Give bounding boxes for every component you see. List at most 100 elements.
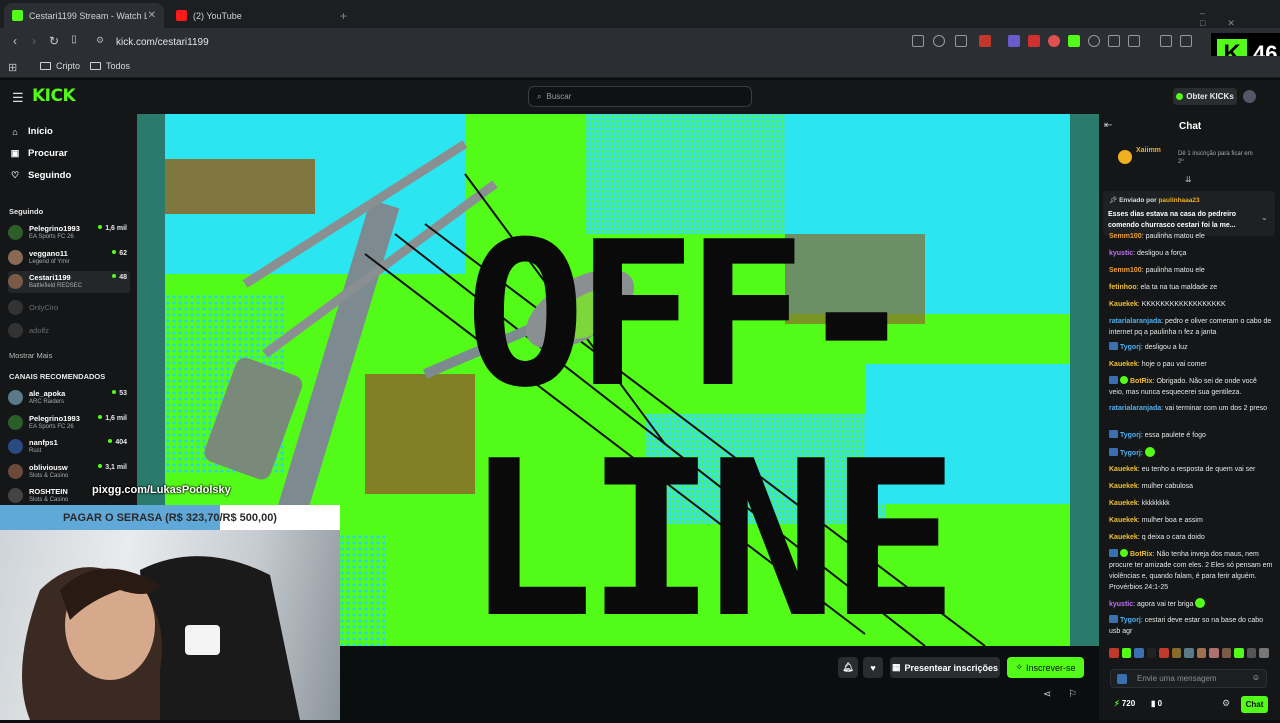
chat-message[interactable]: BotRix: Obrigado. Não sei de onde você v… bbox=[1109, 376, 1273, 398]
emote-icon[interactable] bbox=[1209, 648, 1219, 658]
chat-username[interactable]: Kauekek bbox=[1109, 361, 1138, 368]
apps-grid-icon[interactable]: ⊞ bbox=[8, 61, 17, 74]
emote-icon[interactable] bbox=[1146, 648, 1157, 658]
close-tab-icon[interactable]: ✕ bbox=[148, 10, 156, 21]
chat-message[interactable]: kyustic: agora vai ter briga bbox=[1109, 598, 1273, 610]
emote-icon[interactable] bbox=[1159, 648, 1169, 658]
channel-item[interactable]: Cestari1199 Battlefield REDSEC 48 bbox=[8, 271, 130, 293]
kicks-balance[interactable]: ⚡︎ 720 bbox=[1114, 699, 1135, 708]
chat-username[interactable]: BotRix bbox=[1130, 378, 1153, 385]
emote-icon[interactable] bbox=[1109, 648, 1119, 658]
channel-item[interactable]: Pelegrino1993 EA Sports FC 26 1,6 mil bbox=[8, 222, 130, 244]
media-icon[interactable] bbox=[1160, 35, 1172, 47]
chat-username[interactable]: Tygorj bbox=[1120, 432, 1141, 439]
emote-bar[interactable] bbox=[1109, 648, 1269, 660]
forward-icon[interactable]: › bbox=[24, 34, 44, 48]
gift-subs-button[interactable]: ▦ Presentear inscrições bbox=[890, 657, 1000, 678]
pinned-message[interactable]: 📌︎ Enviado por paulinhaaa23 Esses dias e… bbox=[1103, 191, 1275, 236]
channel-offline[interactable]: adolfz bbox=[8, 320, 130, 342]
emote-icon[interactable] bbox=[1246, 648, 1257, 658]
chat-username[interactable]: Tygorj bbox=[1120, 450, 1141, 457]
chat-message[interactable]: Kauekek: q deixa o cara doido bbox=[1109, 532, 1273, 543]
tab-kick[interactable]: Cestari1199 Stream - Watch Live ✕ bbox=[4, 3, 164, 28]
top-supporter-name[interactable]: Xaiimm bbox=[1136, 147, 1161, 154]
emoji-icon[interactable]: ☺ bbox=[1252, 673, 1260, 682]
chat-message[interactable]: Kauekek: mulher boa e assim bbox=[1109, 515, 1273, 526]
chat-username[interactable]: ratarialaranjada bbox=[1109, 318, 1161, 325]
nav-procurar[interactable]: ▣ Procurar bbox=[10, 148, 68, 159]
chat-message[interactable]: Kauekek: KKKKKKKKKKKKKKKKKK bbox=[1109, 299, 1273, 310]
chat-username[interactable]: Kauekek bbox=[1109, 500, 1138, 507]
bookmark-folder-todos[interactable]: Todos bbox=[90, 61, 130, 71]
chat-username[interactable]: kyustic bbox=[1109, 250, 1133, 257]
channel-item[interactable]: obliviousw Slots & Casino 3,1 mil bbox=[8, 461, 130, 483]
report-icon[interactable]: ⚐ bbox=[1068, 689, 1077, 700]
chat-message[interactable]: ratarialaranjada: pedro e oliver comeram… bbox=[1109, 316, 1273, 338]
collapse-chat-icon[interactable]: ⇤ bbox=[1104, 120, 1112, 131]
chevron-down-icon[interactable]: ⌄ bbox=[1261, 213, 1268, 222]
chat-message[interactable]: Kauekek: mulher cabulosa bbox=[1109, 481, 1273, 492]
chat-username[interactable]: fetinhoo bbox=[1109, 284, 1137, 291]
emote-icon[interactable] bbox=[1234, 648, 1244, 658]
notification-bell-button[interactable]: 🔔︎ bbox=[838, 657, 858, 678]
chat-message[interactable]: Tygorj: essa paulete é fogo bbox=[1109, 430, 1273, 441]
share-icon[interactable]: ⋖ bbox=[1043, 689, 1051, 700]
emote-icon[interactable] bbox=[1121, 648, 1132, 658]
chat-username[interactable]: Kauekek bbox=[1109, 483, 1138, 490]
reload-icon[interactable]: ↻ bbox=[44, 34, 64, 48]
extension-icon[interactable] bbox=[1088, 35, 1100, 47]
share-icon[interactable] bbox=[955, 35, 967, 47]
bookmark-icon[interactable]: ▯ bbox=[64, 34, 84, 45]
channel-item[interactable]: ale_apoka ARC Raiders 53 bbox=[8, 387, 130, 409]
window-controls[interactable]: –□✕ bbox=[1200, 8, 1280, 29]
back-icon[interactable]: ‹ bbox=[5, 34, 25, 48]
chat-username[interactable]: kyustic bbox=[1109, 601, 1133, 608]
chat-message[interactable]: fetinhoo: ela ta na tua maldade ze bbox=[1109, 282, 1273, 293]
chat-username[interactable]: BotRix bbox=[1130, 551, 1153, 558]
chat-message[interactable]: Semm100: paulinha matou ele bbox=[1109, 231, 1273, 242]
search-input[interactable]: ⌕ Buscar bbox=[528, 86, 752, 107]
mute-site-icon[interactable] bbox=[912, 35, 924, 47]
screenshot-icon[interactable] bbox=[1128, 35, 1140, 47]
chat-message-input[interactable]: Envie uma mensagem ☺ bbox=[1110, 669, 1267, 688]
chat-message[interactable]: kyustic: desligou a força bbox=[1109, 248, 1273, 259]
chat-send-button[interactable]: Chat bbox=[1241, 696, 1268, 713]
emote-icon[interactable] bbox=[1196, 648, 1207, 658]
nav-seguindo[interactable]: ♡ Seguindo bbox=[10, 170, 71, 181]
emote-icon[interactable] bbox=[1134, 648, 1144, 658]
chat-username[interactable]: ratarialaranjada bbox=[1109, 405, 1161, 412]
menu-icon[interactable]: ☰ bbox=[12, 90, 24, 106]
get-kicks-button[interactable]: Obter KICKs bbox=[1173, 88, 1237, 105]
extension-icon[interactable] bbox=[1008, 35, 1020, 47]
chat-message[interactable]: Kauekek: kkkkkkkk bbox=[1109, 498, 1273, 509]
channel-offline[interactable]: OnlyCiro bbox=[8, 297, 130, 319]
chat-username[interactable]: Kauekek bbox=[1109, 301, 1138, 308]
chat-username[interactable]: Kauekek bbox=[1109, 534, 1138, 541]
extensions-puzzle-icon[interactable] bbox=[1108, 35, 1120, 47]
chat-message[interactable]: BotRix: Não tenha inveja dos maus, nem p… bbox=[1109, 549, 1273, 593]
chat-username[interactable]: Kauekek bbox=[1109, 517, 1138, 524]
emote-icon[interactable] bbox=[1171, 648, 1182, 658]
emote-icon[interactable] bbox=[1259, 648, 1269, 658]
chat-message[interactable]: Tygorj: cestari deve estar so na base do… bbox=[1109, 615, 1273, 637]
kick-logo[interactable]: KICK bbox=[32, 86, 76, 106]
extension-icon[interactable] bbox=[1068, 35, 1080, 47]
chat-username[interactable]: Tygorj bbox=[1120, 344, 1141, 351]
extension-icon[interactable] bbox=[1028, 35, 1040, 47]
channel-item[interactable]: veggano11 Legend of Ymir 62 bbox=[8, 247, 130, 269]
follow-heart-button[interactable]: ♥ bbox=[863, 657, 883, 678]
chat-message[interactable]: ratarialaranjada: vai terminar com um do… bbox=[1109, 403, 1273, 414]
chat-message[interactable]: Semm100: paulinha matou ele bbox=[1109, 265, 1273, 276]
user-avatar[interactable] bbox=[1243, 90, 1256, 103]
sidepanel-icon[interactable] bbox=[1180, 35, 1192, 47]
emote-icon[interactable] bbox=[1221, 648, 1232, 658]
chat-username[interactable]: Semm100 bbox=[1109, 233, 1142, 240]
extension-icon[interactable] bbox=[1048, 35, 1060, 47]
emote-icon[interactable] bbox=[1184, 648, 1194, 658]
nav-inicio[interactable]: ⌂ Início bbox=[10, 126, 53, 137]
chat-username[interactable]: Semm100 bbox=[1109, 267, 1142, 274]
channel-item[interactable]: Pelegrino1993 EA Sports FC 26 1,6 mil bbox=[8, 412, 130, 434]
chat-settings-icon[interactable]: ⚙ bbox=[1222, 698, 1230, 709]
subscribe-button[interactable]: ✧ Inscrever-se bbox=[1007, 657, 1084, 678]
chat-message[interactable]: Kauekek: eu tenho a resposta de quem vai… bbox=[1109, 464, 1273, 475]
